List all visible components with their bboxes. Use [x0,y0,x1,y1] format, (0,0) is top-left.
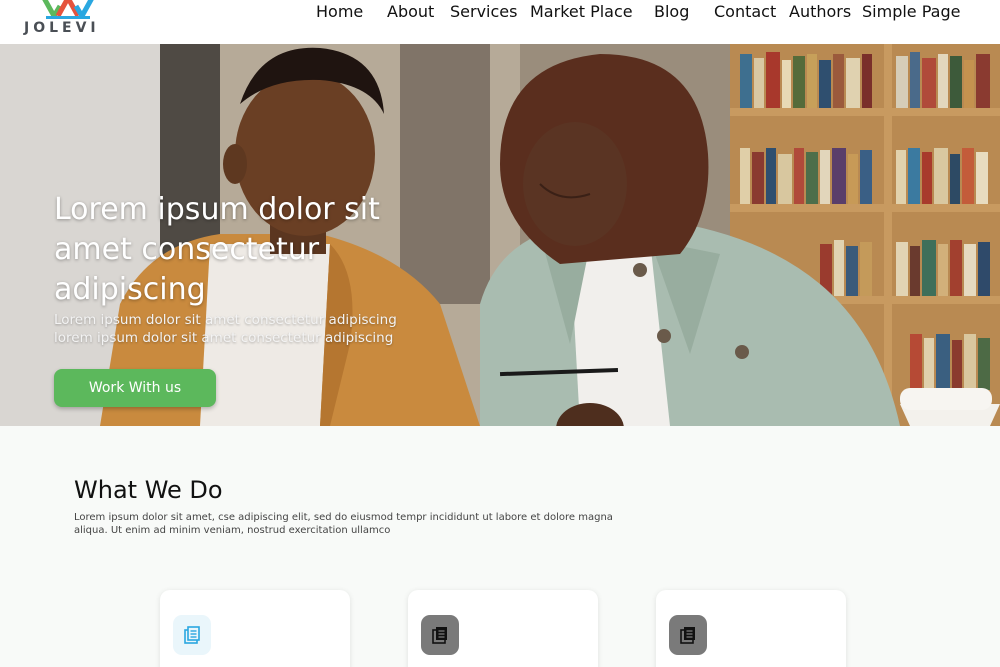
service-card[interactable] [408,590,598,667]
document-icon [421,615,459,655]
nav-contact[interactable]: Contact [714,2,776,21]
nav-market-place[interactable]: Market Place [530,2,633,21]
hero-subtitle: Lorem ipsum dolor sit amet consectetur a… [54,312,397,346]
what-we-do-section: What We Do Lorem ipsum dolor sit amet, c… [0,426,1000,667]
site-header: JOLEVI Home About Services Market Place … [0,0,1000,44]
service-card[interactable] [160,590,350,667]
logo-mark-icon [42,0,94,19]
section-description: Lorem ipsum dolor sit amet, cse adipisci… [74,512,613,536]
service-card[interactable] [656,590,846,667]
work-with-us-button[interactable]: Work With us [54,369,216,407]
hero-banner: Lorem ipsum dolor sit amet consectetur a… [0,44,1000,426]
nav-about[interactable]: About [387,2,434,21]
nav-authors[interactable]: Authors [789,2,851,21]
document-icon [173,615,211,655]
nav-blog[interactable]: Blog [654,2,689,21]
nav-services[interactable]: Services [450,2,517,21]
section-title: What We Do [74,476,223,504]
nav-simple-page[interactable]: Simple Page [862,2,960,21]
hero-title: Lorem ipsum dolor sit amet consectetur a… [54,192,380,307]
nav-home[interactable]: Home [316,2,363,21]
document-icon [669,615,707,655]
logo-text: JOLEVI [24,20,100,36]
logo[interactable]: JOLEVI [22,0,114,40]
